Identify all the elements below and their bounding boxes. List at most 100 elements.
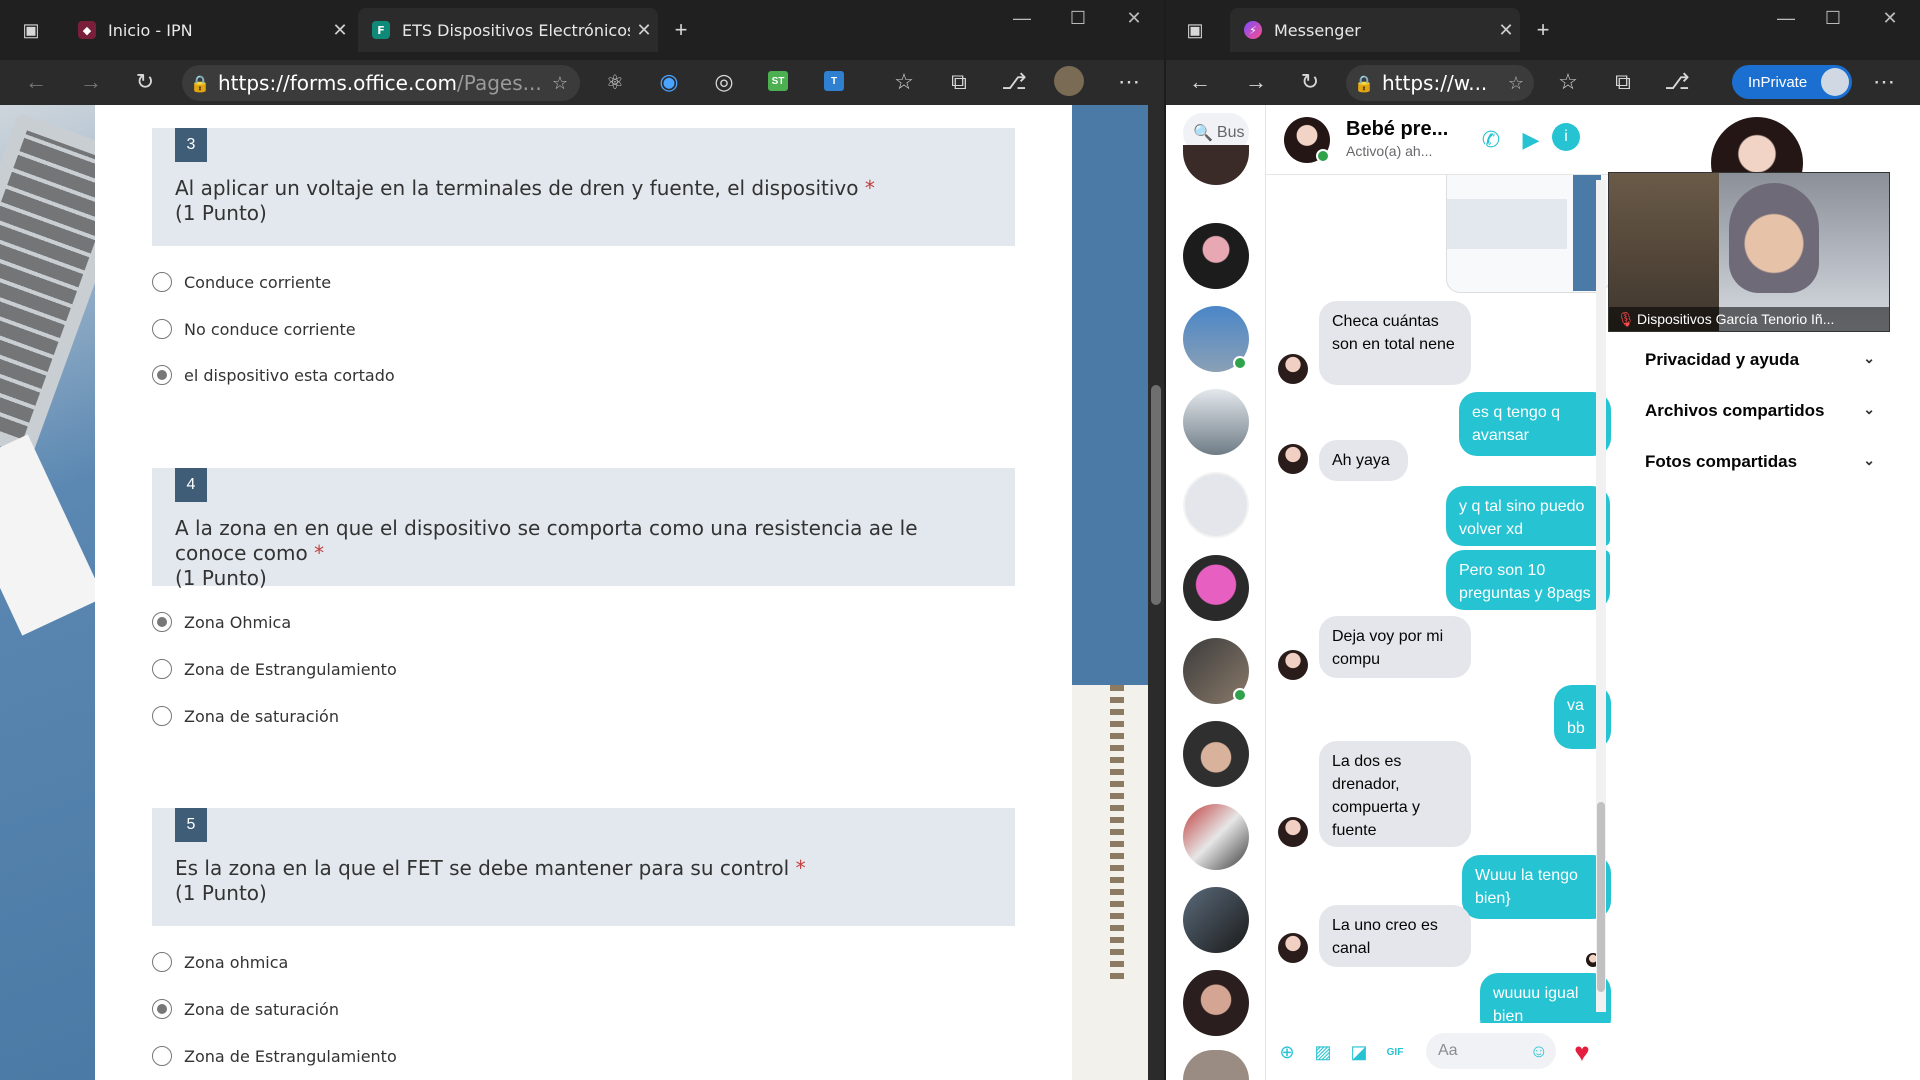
gif-icon[interactable]: GIF (1384, 1041, 1406, 1063)
phone-call-icon[interactable]: ✆ (1474, 123, 1508, 157)
add-favorite-icon[interactable]: ☆ (552, 73, 568, 94)
shared-photos-section[interactable]: Fotos compartidas ⌄ (1645, 452, 1875, 472)
emoji-icon[interactable]: ☺ (1530, 1041, 1548, 1062)
favorites-icon[interactable]: ☆ (1551, 65, 1585, 99)
conversation-avatar[interactable] (1183, 306, 1249, 372)
shared-files-section[interactable]: Archivos compartidos ⌄ (1645, 401, 1875, 421)
message-incoming[interactable]: La dos es drenador, compuerta y fuente (1319, 741, 1471, 847)
forward-icon[interactable]: → (1239, 65, 1273, 99)
inprivate-badge[interactable]: InPrivate (1732, 65, 1852, 99)
conversation-avatar[interactable] (1183, 555, 1249, 621)
q4-option-1[interactable]: Zona Ohmica (152, 612, 291, 632)
conversation-avatar[interactable] (1183, 887, 1249, 953)
maximize-icon[interactable]: ☐ (1058, 8, 1098, 29)
message-incoming[interactable]: Ah yaya (1319, 440, 1408, 481)
close-tab-icon[interactable]: ✕ (326, 20, 354, 41)
radio-button[interactable] (152, 272, 172, 292)
favorites-icon[interactable]: ☆ (887, 65, 921, 99)
message-incoming[interactable]: Checa cuántas son en total nene (1319, 301, 1471, 385)
minimize-icon[interactable]: — (1766, 8, 1806, 29)
conversation-avatar-default[interactable] (1183, 472, 1249, 538)
tab-ets-dispositivos[interactable]: F ETS Dispositivos Electrónicos ✕ (358, 8, 658, 52)
scrollbar-thumb[interactable] (1151, 385, 1161, 605)
more-menu-icon[interactable]: ⋯ (1867, 65, 1901, 99)
message-outgoing[interactable]: y q tal sino puedo volver xd (1446, 486, 1610, 546)
q4-option-3[interactable]: Zona de saturación (152, 706, 339, 726)
tab-inicio-ipn[interactable]: ◆ Inicio - IPN ✕ (64, 8, 354, 52)
q3-option-3[interactable]: el dispositivo esta cortado (152, 365, 395, 385)
refresh-icon[interactable]: ↻ (1293, 65, 1327, 99)
close-window-icon[interactable]: ✕ (1114, 8, 1154, 29)
profile-avatar[interactable] (1054, 66, 1084, 96)
chat-scrollbar[interactable] (1596, 180, 1606, 1012)
minimize-icon[interactable]: — (1002, 8, 1042, 29)
st-extension-icon[interactable]: ST (768, 71, 788, 91)
radio-button[interactable] (152, 1046, 172, 1066)
forward-icon[interactable]: → (74, 65, 108, 99)
back-icon[interactable]: ← (1183, 65, 1217, 99)
q5-option-1[interactable]: Zona ohmica (152, 952, 288, 972)
scrollbar-thumb[interactable] (1597, 802, 1605, 992)
conversation-avatar[interactable] (1183, 721, 1249, 787)
q3-option-2[interactable]: No conduce corriente (152, 319, 356, 339)
image-icon[interactable]: ▨ (1312, 1041, 1334, 1063)
privacy-help-section[interactable]: Privacidad y ayuda ⌄ (1645, 350, 1875, 370)
conversation-avatar[interactable] (1183, 1050, 1249, 1080)
collections-icon[interactable]: ⧉ (1606, 65, 1640, 99)
video-call-icon[interactable]: ▶ (1514, 123, 1548, 157)
radio-button-selected[interactable] (152, 365, 172, 385)
conversation-avatar[interactable] (1183, 970, 1249, 1036)
close-window-icon[interactable]: ✕ (1870, 8, 1910, 29)
message-outgoing[interactable]: Wuuu la tengo bien} (1462, 855, 1611, 919)
tab-messenger[interactable]: ⚡ Messenger ✕ (1230, 8, 1520, 52)
q3-option-1[interactable]: Conduce corriente (152, 272, 331, 292)
back-icon[interactable]: ← (19, 65, 53, 99)
maximize-icon[interactable]: ☐ (1813, 8, 1853, 29)
close-tab-icon[interactable]: ✕ (1492, 20, 1520, 41)
info-icon[interactable]: i (1552, 123, 1580, 151)
add-plus-icon[interactable]: ⊕ (1276, 1041, 1298, 1063)
tab-actions-icon[interactable]: ▣ (1178, 13, 1212, 47)
collections-icon[interactable]: ⧉ (942, 65, 976, 99)
q4-option-2[interactable]: Zona de Estrangulamiento (152, 659, 397, 679)
address-bar[interactable]: 🔒 https://w... ☆ (1346, 65, 1534, 101)
video-call-overlay[interactable]: 🎙 Dispositivos García Tenorio Iñ... (1608, 172, 1890, 332)
contact-name[interactable]: Bebé pre... (1346, 118, 1448, 141)
radio-button[interactable] (152, 952, 172, 972)
radio-button-selected[interactable] (152, 612, 172, 632)
radio-button[interactable] (152, 706, 172, 726)
q5-option-3[interactable]: Zona de Estrangulamiento (152, 1046, 397, 1066)
conversation-avatar[interactable] (1183, 223, 1249, 289)
radio-button-selected[interactable] (152, 999, 172, 1019)
radio-button[interactable] (152, 659, 172, 679)
address-bar[interactable]: 🔒 https://forms.office.com /Pages... ☆ (182, 65, 580, 101)
shared-image-preview[interactable] (1446, 175, 1610, 293)
q5-option-2[interactable]: Zona de saturación (152, 999, 339, 1019)
message-input[interactable]: Aa ☺ (1426, 1033, 1556, 1069)
close-tab-icon[interactable]: ✕ (630, 20, 658, 41)
heart-icon[interactable]: ♥ (1571, 1037, 1593, 1067)
conversation-avatar[interactable] (1183, 389, 1249, 455)
target-extension-icon[interactable]: ◎ (707, 65, 741, 99)
tab-actions-icon[interactable]: ▣ (14, 13, 48, 47)
new-tab-button[interactable]: + (664, 13, 698, 47)
radio-button[interactable] (152, 319, 172, 339)
conversation-avatar[interactable] (1183, 145, 1249, 185)
add-favorite-icon[interactable]: ☆ (1508, 73, 1524, 94)
extension-circle-icon[interactable]: ◉ (652, 65, 686, 99)
sticker-icon[interactable]: ◪ (1348, 1041, 1370, 1063)
page-scrollbar[interactable] (1148, 105, 1164, 1080)
message-incoming[interactable]: Deja voy por mi compu (1319, 616, 1471, 678)
message-incoming[interactable]: La uno creo es canal (1319, 905, 1471, 967)
more-menu-icon[interactable]: ⋯ (1112, 65, 1146, 99)
conversation-avatar[interactable] (1183, 638, 1249, 704)
react-extension-icon[interactable]: ⚛ (598, 65, 632, 99)
refresh-icon[interactable]: ↻ (128, 65, 162, 99)
conversation-avatar[interactable] (1183, 804, 1249, 870)
t-extension-icon[interactable]: T (824, 71, 844, 91)
share-icon[interactable]: ⎇ (1660, 65, 1694, 99)
message-outgoing[interactable]: Pero son 10 preguntas y 8pags (1446, 550, 1610, 610)
new-tab-button[interactable]: + (1526, 13, 1560, 47)
share-icon[interactable]: ⎇ (997, 65, 1031, 99)
message-outgoing[interactable]: es q tengo q avansar (1459, 392, 1611, 456)
